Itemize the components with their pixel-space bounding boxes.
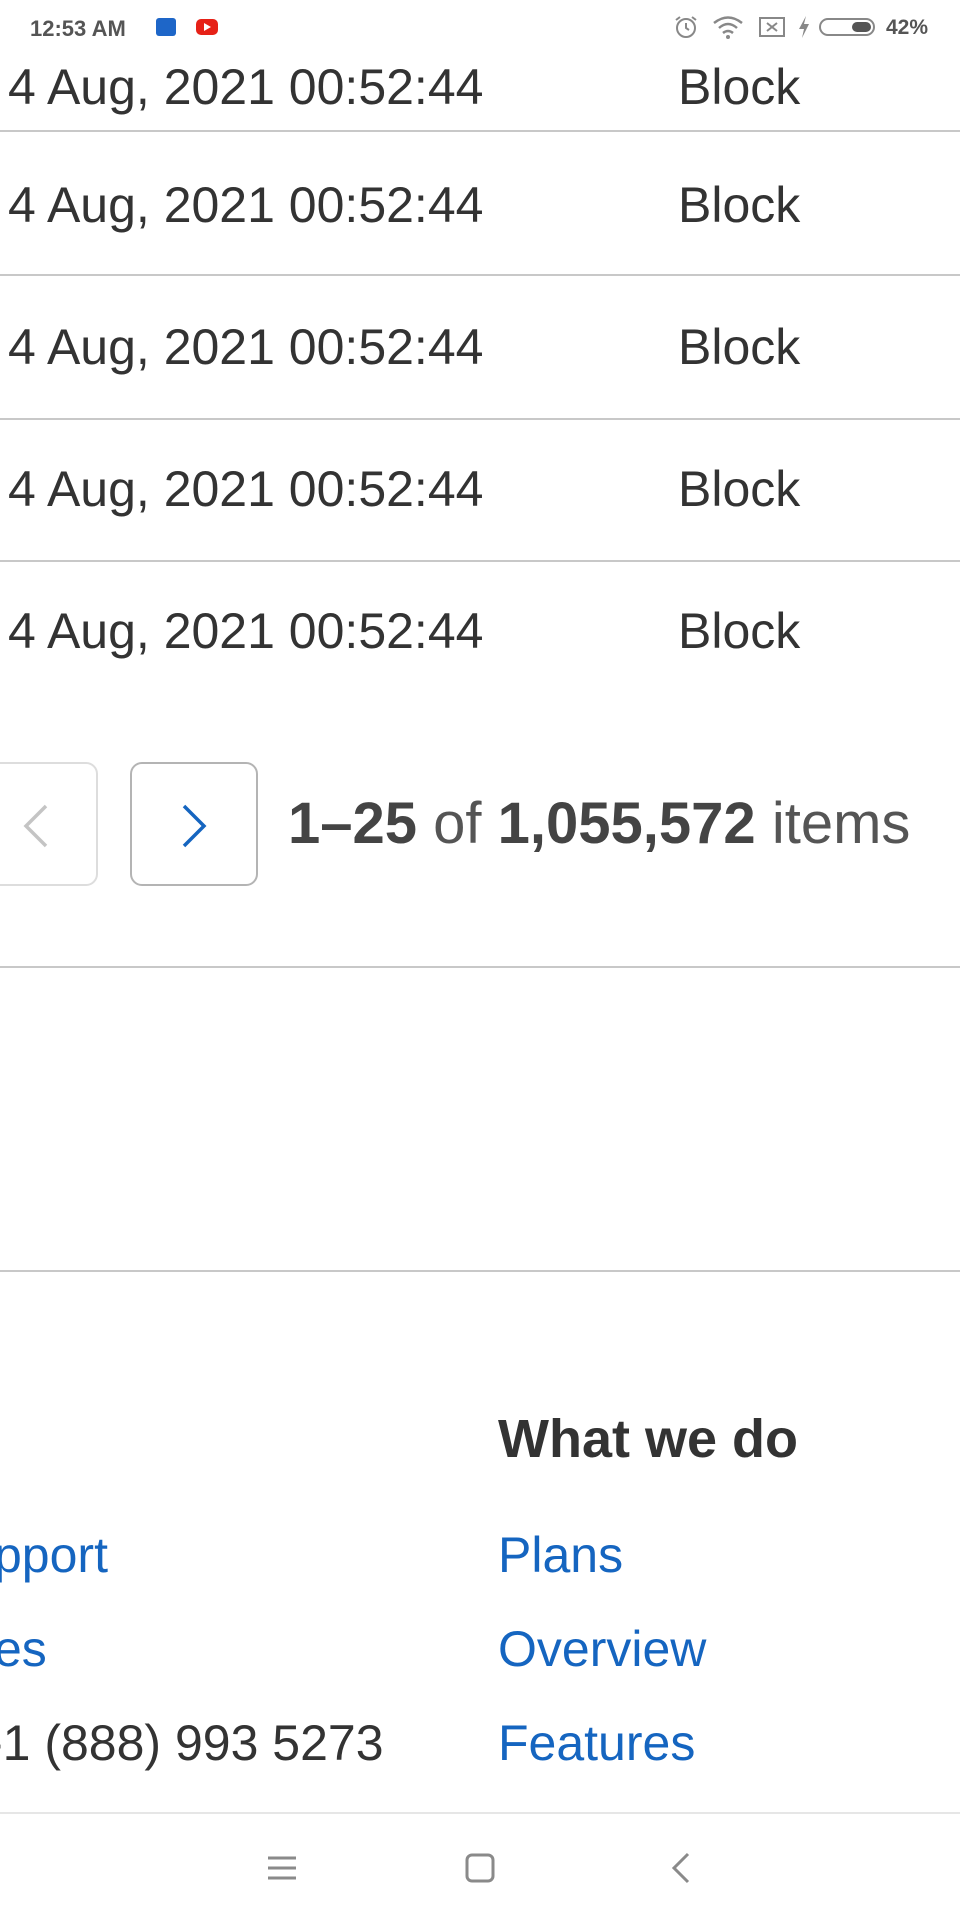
status-bar: 12:53 AM 42%: [0, 0, 960, 56]
table-row[interactable]: 4 Aug, 2021 00:52:44 Block: [0, 418, 960, 562]
battery-icon: [819, 18, 875, 36]
back-icon[interactable]: [656, 1842, 708, 1894]
footer-link-left-2[interactable]: es: [0, 1620, 47, 1678]
footer-divider: [0, 1270, 960, 1272]
row-type: Block: [678, 319, 801, 375]
row-date: 4 Aug, 2021 00:52:44: [8, 177, 484, 233]
row-type: Block: [678, 59, 801, 115]
chevron-right-icon: [182, 804, 207, 848]
footer-link-features[interactable]: Features: [498, 1714, 695, 1772]
charging-icon: [799, 16, 809, 38]
pagination-summary: 1–25 of 1,055,572 items: [288, 790, 910, 857]
table-row[interactable]: 4 Aug, 2021 00:52:44 Block: [0, 132, 960, 276]
alarm-icon: [675, 16, 697, 38]
prev-page-button[interactable]: [0, 762, 98, 886]
row-type: Block: [678, 177, 801, 233]
pagination-of: of: [433, 791, 482, 856]
footer-phone: -1 (888) 993 5273: [0, 1715, 384, 1771]
sim-icon: [759, 17, 785, 37]
pagination-items-label: items: [771, 791, 911, 856]
home-icon[interactable]: [454, 1842, 506, 1894]
footer-link-overview[interactable]: Overview: [498, 1620, 706, 1678]
battery-percent: 42%: [886, 16, 929, 39]
outlook-icon: [156, 18, 176, 36]
footer-link-plans[interactable]: Plans: [498, 1526, 623, 1584]
row-date: 4 Aug, 2021 00:52:44: [8, 461, 484, 517]
status-time: 12:53 AM: [30, 16, 126, 41]
chevron-left-icon: [23, 804, 48, 848]
row-date: 4 Aug, 2021 00:52:44: [8, 59, 484, 115]
table-row[interactable]: 4 Aug, 2021 00:52:44 Block: [0, 560, 960, 702]
system-nav-bar: [0, 1812, 960, 1922]
table-row[interactable]: 4 Aug, 2021 00:52:44 Block: [0, 276, 960, 420]
row-date: 4 Aug, 2021 00:52:44: [8, 603, 484, 659]
pagination-total: 1,055,572: [497, 791, 756, 856]
pagination-range: 1–25: [288, 791, 418, 856]
footer-link-support[interactable]: pport: [0, 1526, 108, 1584]
row-type: Block: [678, 603, 801, 659]
next-page-button[interactable]: [130, 762, 258, 886]
menu-icon[interactable]: [256, 1842, 308, 1894]
what-we-do-heading: What we do: [498, 1409, 798, 1469]
row-date: 4 Aug, 2021 00:52:44: [8, 319, 484, 375]
section-divider: [0, 966, 960, 968]
row-type: Block: [678, 461, 801, 517]
youtube-icon: [196, 19, 218, 35]
wifi-icon: [713, 16, 743, 39]
